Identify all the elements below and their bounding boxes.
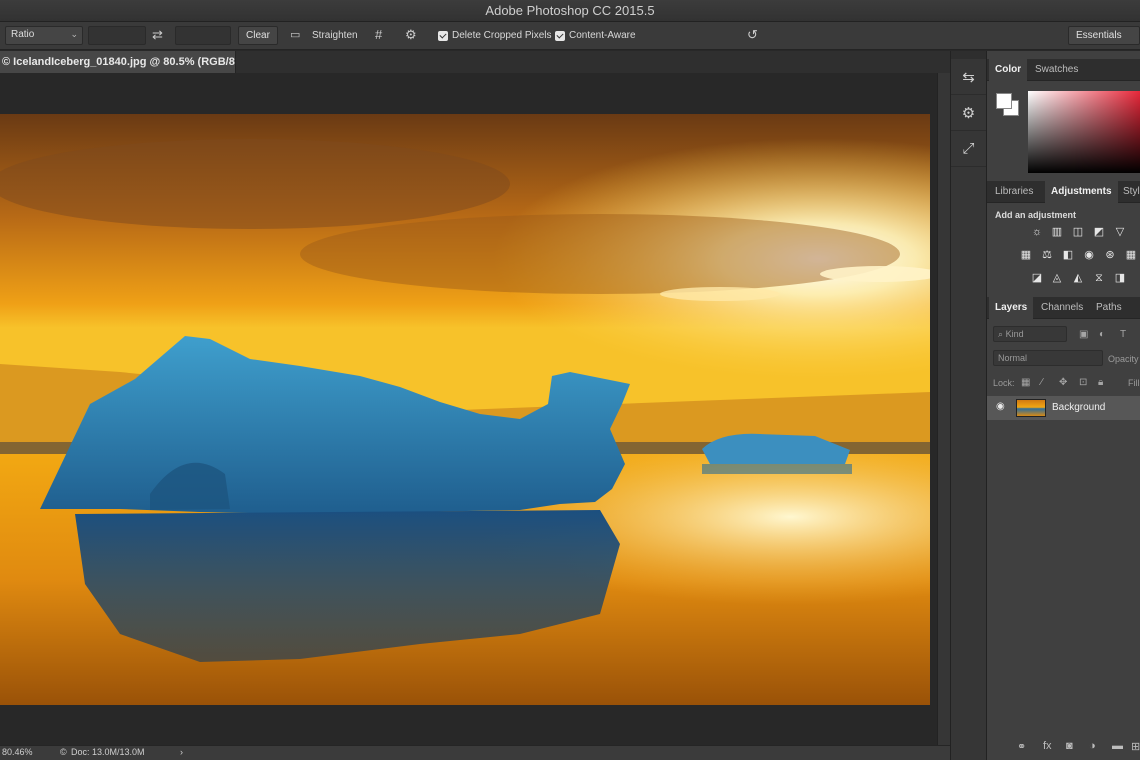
layer-filter-label: Kind [1005, 329, 1024, 339]
gradient-map-icon[interactable]: ⧖ [1092, 271, 1106, 285]
content-aware-checkbox[interactable] [555, 31, 565, 41]
copyright-icon: © [60, 747, 67, 757]
swap-arrows-icon[interactable]: ⇄ [152, 27, 163, 43]
brightness-contrast-icon[interactable]: ☼ [1030, 225, 1044, 239]
layers-footer: ⚭ fx ◙ ◑ ▬ ⊞ [987, 734, 1140, 760]
blend-mode-select[interactable]: Normal [993, 350, 1103, 366]
filter-adjustment-icon[interactable]: ◐ [1099, 329, 1105, 340]
posterize-icon[interactable]: ◬ [1050, 271, 1064, 285]
zoom-level[interactable]: 80.46% [2, 747, 33, 757]
color-panel: Color Swatches [987, 59, 1140, 183]
overlay-grid-icon[interactable]: # [375, 27, 382, 43]
ratio-width-field[interactable] [88, 26, 146, 45]
delete-cropped-label: Delete Cropped Pixels [452, 30, 552, 41]
ratio-height-field[interactable] [175, 26, 231, 45]
clear-button[interactable]: Clear [238, 26, 278, 45]
search-icon: ⌕ [998, 329, 1004, 339]
panel-dock: Color Swatches Libraries Adjustments Sty… [987, 51, 1140, 760]
exposure-icon[interactable]: ◩ [1092, 225, 1106, 239]
color-picker-field[interactable] [1028, 91, 1140, 173]
vibrance-icon[interactable]: ▽ [1113, 225, 1127, 239]
adjustments-panel: Libraries Adjustments Styles Add an adju… [987, 181, 1140, 291]
document-image[interactable] [0, 114, 930, 705]
adjustments-panel-tabs: Libraries Adjustments Styles [987, 181, 1140, 203]
chevron-down-icon: ⌄ [70, 29, 78, 39]
lock-image-icon[interactable]: ∕ [1041, 377, 1043, 388]
lock-position-icon[interactable]: ✥ [1059, 377, 1067, 388]
layer-name[interactable]: Background [1052, 402, 1105, 413]
layers-panel-tabs: Layers Channels Paths [987, 297, 1140, 319]
window-title: Adobe Photoshop CC 2015.5 [0, 0, 1140, 22]
new-layer-icon[interactable]: ⊞ [1131, 740, 1140, 753]
tab-layers[interactable]: Layers [989, 297, 1034, 319]
selective-color-icon[interactable]: ◨ [1113, 271, 1127, 285]
eye-icon[interactable]: ◉ [996, 401, 1006, 412]
tab-paths[interactable]: Paths [1090, 297, 1128, 319]
levels-icon[interactable]: ▥ [1050, 225, 1064, 239]
tab-swatches[interactable]: Swatches [1029, 59, 1084, 81]
link-layers-icon[interactable]: ⚭ [1017, 740, 1026, 753]
straighten-icon[interactable]: ▭ [290, 27, 300, 43]
filter-pixel-icon[interactable]: ▣ [1079, 329, 1088, 340]
lock-all-icon[interactable]: 🔒︎ [1098, 377, 1103, 388]
layer-row-background[interactable]: ◉ Background [987, 396, 1140, 420]
lock-transparent-icon[interactable]: ▦ [1021, 377, 1030, 388]
adjustments-title: Add an adjustment [995, 210, 1077, 220]
delete-cropped-checkbox[interactable] [438, 31, 448, 41]
artboard-icon[interactable]: ⊡ [1079, 377, 1087, 388]
doc-size: Doc: 13.0M/13.0M [71, 747, 145, 757]
new-adjustment-icon[interactable]: ◑ [1089, 740, 1096, 752]
vertical-scrollbar[interactable] [937, 73, 950, 745]
properties-icon[interactable]: ⚙ [951, 95, 986, 131]
opacity-label: Opacity [1108, 354, 1139, 364]
workspace-switcher[interactable]: Essentials [1068, 26, 1140, 45]
invert-icon[interactable]: ◪ [1030, 271, 1044, 285]
tab-color[interactable]: Color [989, 59, 1028, 81]
curves-icon[interactable]: ◫ [1071, 225, 1085, 239]
reset-icon[interactable]: ↺ [747, 27, 758, 43]
status-bar: 80.46% © Doc: 13.0M/13.0M › [0, 745, 950, 760]
chevron-right-icon[interactable]: › [180, 747, 183, 757]
tab-adjustments[interactable]: Adjustments [1045, 181, 1118, 203]
document-tab[interactable]: © IcelandIceberg_01840.jpg @ 80.5% (RGB/… [0, 51, 236, 73]
new-group-icon[interactable]: ▬ [1112, 740, 1123, 752]
glyphs-icon[interactable]: ⤢ [951, 131, 986, 167]
layer-filter-select[interactable]: ⌕ Kind [993, 326, 1067, 342]
foreground-color-swatch[interactable] [996, 93, 1012, 109]
fx-icon[interactable]: fx [1043, 740, 1052, 752]
black-white-icon[interactable]: ◧ [1061, 248, 1075, 262]
panel-grip[interactable] [951, 51, 986, 59]
photo-filter-icon[interactable]: ◉ [1082, 248, 1096, 262]
content-aware-label: Content-Aware [569, 30, 636, 41]
ratio-select[interactable]: Ratio ⌄ [5, 26, 83, 45]
tab-channels[interactable]: Channels [1035, 297, 1089, 319]
tab-libraries[interactable]: Libraries [989, 181, 1039, 203]
lock-label: Lock: [993, 378, 1015, 388]
tab-strip [236, 51, 950, 73]
ratio-select-label: Ratio [11, 29, 35, 40]
options-bar: Ratio ⌄ ⇄ Clear ▭ Straighten # ⚙ Delete … [0, 22, 1140, 50]
color-balance-icon[interactable]: ⚖ [1040, 248, 1054, 262]
filter-type-icon[interactable]: T [1120, 329, 1126, 340]
fill-label: Fill [1128, 378, 1140, 388]
layer-thumbnail [1016, 399, 1046, 417]
hue-saturation-icon[interactable]: ▦ [1019, 248, 1033, 262]
straighten-label[interactable]: Straighten [312, 30, 358, 41]
iceberg-photo [0, 114, 930, 705]
history-icon[interactable]: ⇆ [951, 59, 986, 95]
layers-panel: Layers Channels Paths ⌕ Kind ▣ ◐ T Norma… [987, 297, 1140, 760]
color-lookup-icon[interactable]: ▦ [1124, 248, 1138, 262]
collapsed-panel-strip: ⇆ ⚙ ⤢ [950, 51, 987, 760]
layer-mask-icon[interactable]: ◙ [1066, 740, 1073, 752]
gear-icon[interactable]: ⚙ [405, 27, 417, 43]
tab-styles[interactable]: Styles [1117, 181, 1140, 203]
threshold-icon[interactable]: ◭ [1071, 271, 1085, 285]
channel-mixer-icon[interactable]: ⊛ [1103, 248, 1117, 262]
color-panel-tabs: Color Swatches [987, 59, 1140, 81]
